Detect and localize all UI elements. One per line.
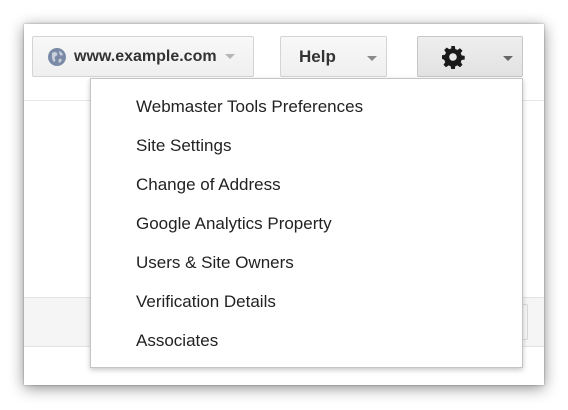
- menu-item-google-analytics-property[interactable]: Google Analytics Property: [91, 204, 522, 243]
- site-selector-button[interactable]: www.example.com: [32, 36, 254, 77]
- app-window: www.example.com Help Webmaster Tools Pre…: [24, 24, 544, 385]
- settings-button[interactable]: [417, 36, 523, 77]
- menu-item-users-site-owners[interactable]: Users & Site Owners: [91, 243, 522, 282]
- menu-item-webmaster-tools-preferences[interactable]: Webmaster Tools Preferences: [91, 87, 522, 126]
- site-selector-label: www.example.com: [74, 47, 217, 65]
- chevron-down-icon: [367, 56, 377, 61]
- menu-item-change-of-address[interactable]: Change of Address: [91, 165, 522, 204]
- settings-dropdown-menu: Webmaster Tools Preferences Site Setting…: [90, 78, 523, 368]
- help-button[interactable]: Help: [280, 36, 387, 77]
- gear-icon: [442, 46, 465, 69]
- help-button-label: Help: [299, 46, 336, 66]
- chevron-down-icon: [503, 56, 513, 61]
- chevron-down-icon: [224, 54, 235, 59]
- globe-icon: [48, 47, 66, 66]
- menu-item-site-settings[interactable]: Site Settings: [91, 126, 522, 165]
- menu-item-associates[interactable]: Associates: [91, 321, 522, 360]
- menu-item-verification-details[interactable]: Verification Details: [91, 282, 522, 321]
